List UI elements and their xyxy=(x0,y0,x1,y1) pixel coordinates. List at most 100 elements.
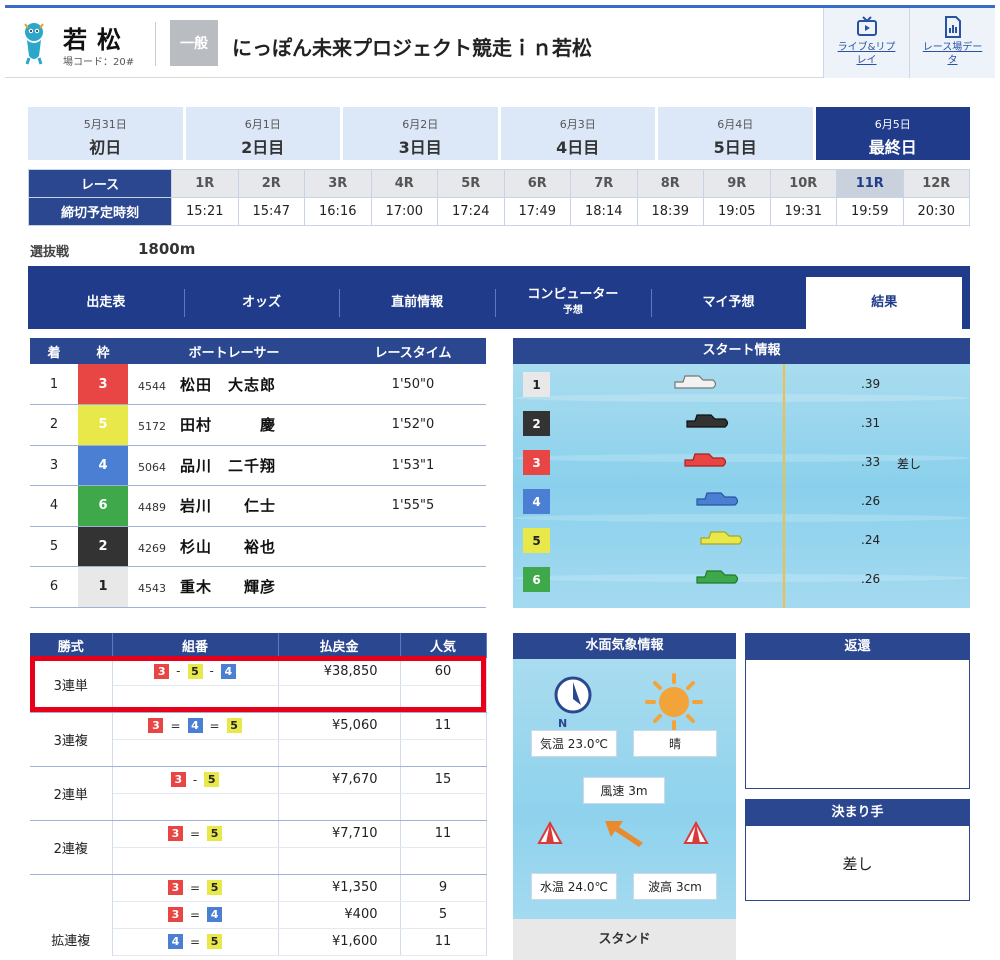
boat-badge: 5 xyxy=(207,826,223,841)
boat-icon xyxy=(684,453,727,467)
frame-header: 枠 xyxy=(78,338,128,364)
boat-icon xyxy=(696,570,739,584)
buoy-icon xyxy=(537,821,563,844)
start-row: 6 .26 xyxy=(513,561,970,599)
live-replay-link[interactable]: ライブ&リプレイ xyxy=(823,8,909,78)
payout-header: 払戻金 xyxy=(278,633,401,658)
bet-type: 3連複 xyxy=(30,712,113,767)
day-tab-active[interactable]: 6月5日 最終日 xyxy=(815,107,970,160)
kimarite-title: 決まり手 xyxy=(746,800,969,826)
grade-badge: 一般 xyxy=(170,20,218,66)
start-info-title: スタート情報 xyxy=(513,338,970,364)
racer-name[interactable]: 岩川 仁士 xyxy=(180,497,276,515)
popularity: 11 xyxy=(400,820,487,848)
race-type: 選抜戦 xyxy=(30,245,70,260)
lane-number: 1 xyxy=(523,372,550,397)
boat-badge: 4 xyxy=(207,907,223,922)
race-tab[interactable]: 6R xyxy=(503,169,571,198)
day-tab[interactable]: 6月1日 2日目 xyxy=(185,107,343,160)
tab-results[interactable]: 結果 xyxy=(806,277,963,329)
payout-amount: ¥1,600 xyxy=(278,928,401,956)
combination: 3- 5 xyxy=(112,766,279,794)
racer-name[interactable]: 田村 慶 xyxy=(180,416,276,434)
weather-condition: 晴 xyxy=(633,730,717,757)
race-tab[interactable]: 3R xyxy=(304,169,372,198)
empty-cell xyxy=(400,793,487,821)
tab-pre-race-info[interactable]: 直前情報 xyxy=(339,277,495,329)
start-row: 2 .31 xyxy=(513,405,970,443)
start-technique: 差し xyxy=(897,457,922,471)
rank: 5 xyxy=(30,526,78,567)
empty-cell xyxy=(400,847,487,875)
race-tab[interactable]: 5R xyxy=(437,169,505,198)
day-tab[interactable]: 6月2日 3日目 xyxy=(343,107,501,160)
deadline-time: 19:05 xyxy=(703,197,771,226)
rank: 3 xyxy=(30,445,78,486)
wind-speed: 風速 3m xyxy=(583,777,665,804)
deadline-time: 15:21 xyxy=(171,197,239,226)
race-distance: 1800m xyxy=(138,240,196,258)
boat-icon xyxy=(686,414,729,428)
day-label: 3日目 xyxy=(398,138,442,157)
race-time: 1'55"5 xyxy=(340,485,486,527)
start-info-panel: スタート情報 1 .39 2 .31 3 .33 差し 4 .26 5 .24 … xyxy=(513,338,970,608)
venue-data-link[interactable]: レース場データ xyxy=(909,8,995,78)
popularity: 11 xyxy=(400,928,487,956)
combo-operator: = xyxy=(189,826,201,841)
venue-mascot-icon xyxy=(24,23,44,65)
day-tab[interactable]: 6月3日 4日目 xyxy=(500,107,658,160)
combo-operator: = xyxy=(170,718,181,733)
weather-panel: 水面気象情報 N 気温 23.0℃ 晴 風速 3m 水温 24.0℃ 波高 3c… xyxy=(513,633,736,960)
popularity-header: 人気 xyxy=(400,633,487,658)
kimarite-panel: 決まり手 差し xyxy=(745,799,970,901)
payout-amount: ¥1,350 xyxy=(278,874,401,902)
racer-cell: 4489 岩川 仁士 xyxy=(128,485,340,527)
racer-name[interactable]: 品川 二千翔 xyxy=(180,457,276,475)
boat-badge: 4 xyxy=(187,718,203,733)
lane-number: 3 xyxy=(523,450,550,475)
tab-odds[interactable]: オッズ xyxy=(183,277,340,329)
boat-badge: 4 xyxy=(167,934,183,949)
boat-badge: 3 xyxy=(167,880,183,895)
day-label: 4日目 xyxy=(556,138,600,157)
race-tab-active[interactable]: 11R xyxy=(836,169,904,198)
race-tab[interactable]: 1R xyxy=(171,169,239,198)
empty-cell xyxy=(112,793,279,821)
start-row: 3 .33 差し xyxy=(513,444,970,482)
race-tab[interactable]: 12R xyxy=(902,169,970,198)
racer-name[interactable]: 杉山 裕也 xyxy=(180,538,276,556)
tab-computer-prediction[interactable]: コンピューター 予想 xyxy=(495,277,651,329)
tab-entry-list[interactable]: 出走表 xyxy=(28,277,184,329)
day-date: 6月5日 xyxy=(874,118,911,131)
lane-number: 2 xyxy=(523,411,550,436)
racer-name[interactable]: 重木 輝彦 xyxy=(180,578,276,596)
race-tab[interactable]: 2R xyxy=(237,169,305,198)
result-row: 5 2 4269 杉山 裕也 xyxy=(30,526,486,567)
live-replay-label: ライブ&リプレイ xyxy=(837,42,896,66)
day-tab[interactable]: 6月4日 5日目 xyxy=(658,107,816,160)
header-divider xyxy=(155,22,156,66)
deadline-time: 16:16 xyxy=(304,197,372,226)
deadline-time: 18:14 xyxy=(570,197,638,226)
race-tab[interactable]: 9R xyxy=(703,169,771,198)
day-tab[interactable]: 5月31日 初日 xyxy=(28,107,186,160)
popularity: 15 xyxy=(400,766,487,794)
race-tab[interactable]: 8R xyxy=(636,169,704,198)
race-tab[interactable]: 4R xyxy=(370,169,438,198)
combination: 3 = 4 = 5 xyxy=(112,712,279,740)
frame-number: 4 xyxy=(78,445,128,486)
return-title: 返還 xyxy=(746,634,969,660)
day-date: 6月3日 xyxy=(559,118,596,131)
start-timing: .33 xyxy=(861,455,881,469)
rank: 6 xyxy=(30,566,78,608)
racer-reg-number: 4269 xyxy=(138,541,166,555)
empty-cell xyxy=(112,847,279,875)
racer-name[interactable]: 松田 大志郎 xyxy=(180,376,276,394)
racer-cell: 5064 品川 二千翔 xyxy=(128,445,340,486)
race-tab[interactable]: 7R xyxy=(570,169,638,198)
tab-my-prediction[interactable]: マイ予想 xyxy=(650,277,807,329)
tab-sublabel: 予想 xyxy=(562,305,583,316)
race-tab[interactable]: 10R xyxy=(769,169,837,198)
combo-operator: = xyxy=(189,907,201,922)
bet-type: 2連単 xyxy=(30,766,113,821)
